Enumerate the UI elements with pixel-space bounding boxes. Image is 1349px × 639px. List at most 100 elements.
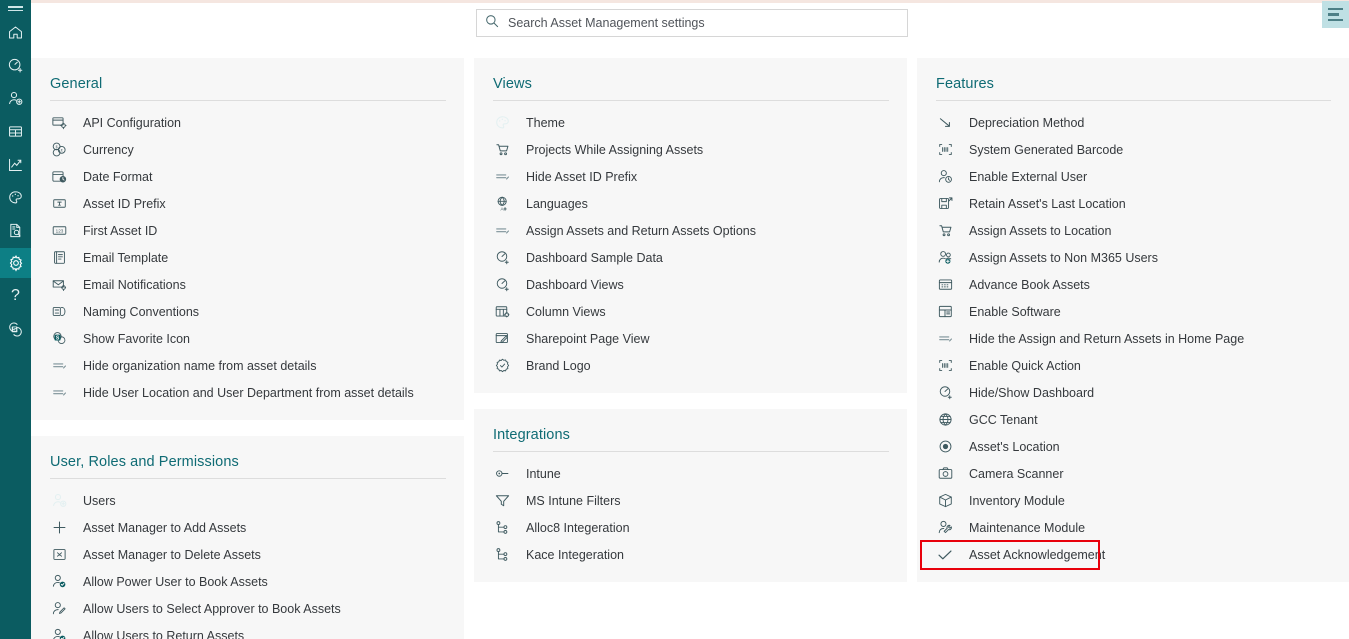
setting-item-system-generated-barcode[interactable]: System Generated Barcode [917,136,1349,163]
panel-divider [493,451,889,452]
setting-item-label: MS Intune Filters [526,493,621,508]
setting-item-label: Theme [526,115,565,130]
setting-item-alloc8-integeration[interactable]: Alloc8 Integeration [474,514,907,541]
setting-item-gcc-tenant[interactable]: GCC Tenant [917,406,1349,433]
setting-item-camera-scanner[interactable]: Camera Scanner [917,460,1349,487]
setting-item-depreciation-method[interactable]: Depreciation Method [917,109,1349,136]
setting-item-label: Users [83,493,116,508]
rail-item-billing[interactable]: S [0,314,31,344]
document-list-icon [50,249,68,267]
setting-item-show-favorite-icon[interactable]: S Show Favorite Icon [31,325,464,352]
setting-item-assign-assets-to-location[interactable]: Assign Assets to Location [917,217,1349,244]
setting-item-hide-asset-id-prefix[interactable]: Hide Asset ID Prefix [474,163,907,190]
rail-hamburger-icon[interactable] [0,0,31,14]
setting-item-advance-book-assets[interactable]: Advance Book Assets [917,271,1349,298]
rail-item-audit[interactable] [0,215,31,245]
hamburger-line [1328,7,1343,11]
setting-item-label: GCC Tenant [969,412,1038,427]
rail-item-settings[interactable] [0,248,31,278]
setting-item-currency[interactable]: $ € Currency [31,136,464,163]
setting-item-languages[interactable]: A Languages [474,190,907,217]
setting-item-label: Camera Scanner [969,466,1064,481]
svg-text:S: S [13,327,17,333]
setting-item-enable-quick-action[interactable]: Enable Quick Action [917,352,1349,379]
setting-item-sharepoint-page-view[interactable]: Sharepoint Page View [474,325,907,352]
setting-item-users[interactable]: Users [31,487,464,514]
panel-integrations: Integrations Intune MS Intune Filters Alloc… [474,409,907,582]
rail-item-users[interactable] [0,83,31,113]
setting-item-kace-integeration[interactable]: Kace Integeration [474,541,907,568]
setting-item-hide-organization-name-from-asset-details[interactable]: Hide organization name from asset detail… [31,352,464,379]
setting-item-first-asset-id[interactable]: 123 First Asset ID [31,217,464,244]
setting-item-asset-manager-to-add-assets[interactable]: Asset Manager to Add Assets [31,514,464,541]
setting-item-assign-assets-to-non-m365-users[interactable]: Assign Assets to Non M365 Users [917,244,1349,271]
setting-item-allow-users-to-return-assets[interactable]: Allow Users to Return Assets [31,622,464,639]
panel-menu-button[interactable] [1322,1,1349,28]
setting-item-label: Hide organization name from asset detail… [83,358,317,373]
setting-item-enable-external-user[interactable]: Enable External User [917,163,1349,190]
search-input[interactable] [508,16,899,30]
hamburger-line [1328,13,1339,16]
setting-item-label: Assign Assets to Non M365 Users [969,250,1158,265]
hide-lines-icon [493,168,511,186]
setting-item-inventory-module[interactable]: Inventory Module [917,487,1349,514]
setting-item-allow-power-user-to-book-assets[interactable]: Allow Power User to Book Assets [31,568,464,595]
rail-item-help[interactable]: ? [0,281,31,311]
setting-item-asset-id-prefix[interactable]: Asset ID Prefix [31,190,464,217]
top-divider [31,0,1349,3]
question-icon: ? [11,287,20,304]
setting-item-asset-manager-to-delete-assets[interactable]: Asset Manager to Delete Assets [31,541,464,568]
setting-item-hide-show-dashboard[interactable]: Hide/Show Dashboard [917,379,1349,406]
setting-item-label: Inventory Module [969,493,1065,508]
setting-item-brand-logo[interactable]: Brand Logo [474,352,907,379]
setting-item-label: Currency [83,142,134,157]
setting-item-label: Brand Logo [526,358,591,373]
setting-item-ms-intune-filters[interactable]: MS Intune Filters [474,487,907,514]
gauge-plus-icon [493,249,511,267]
setting-item-hide-user-location-and-user-department-from-asset-details[interactable]: Hide User Location and User Department f… [31,379,464,406]
gauge-plus-icon [936,384,954,402]
rail-item-add-asset[interactable] [0,50,31,80]
search-bar[interactable] [476,9,908,37]
setting-item-dashboard-sample-data[interactable]: Dashboard Sample Data [474,244,907,271]
column-3: Features Depreciation Method System Genera… [917,58,1349,582]
setting-item-label: Dashboard Views [526,277,624,292]
setting-item-date-format[interactable]: Date Format [31,163,464,190]
setting-item-api-configuration[interactable]: API Configuration [31,109,464,136]
rail-item-reports[interactable] [0,149,31,179]
setting-item-email-notifications[interactable]: Email Notifications [31,271,464,298]
setting-item-projects-while-assigning-assets[interactable]: Projects While Assigning Assets [474,136,907,163]
rail-item-theme[interactable] [0,182,31,212]
setting-item-column-views[interactable]: Column Views [474,298,907,325]
setting-item-email-template[interactable]: Email Template [31,244,464,271]
panel-title-general: General [50,76,103,92]
setting-item-theme[interactable]: Theme [474,109,907,136]
box-x-icon [50,546,68,564]
setting-item-label: Allow Users to Select Approver to Book A… [83,601,341,616]
radio-selected-icon [936,438,954,456]
languages-icon: A [493,195,511,213]
setting-item-label: Sharepoint Page View [526,331,650,346]
panel-title-integrations: Integrations [493,427,570,443]
setting-item-asset-s-location[interactable]: Asset's Location [917,433,1349,460]
setting-item-retain-asset-s-last-location[interactable]: Retain Asset's Last Location [917,190,1349,217]
setting-item-intune[interactable]: Intune [474,460,907,487]
rail-item-home[interactable] [0,17,31,47]
setting-item-allow-users-to-select-approver-to-book-assets[interactable]: Allow Users to Select Approver to Book A… [31,595,464,622]
setting-item-enable-software[interactable]: Enable Software [917,298,1349,325]
currency-icon: $ € [50,141,68,159]
setting-item-label: API Configuration [83,115,181,130]
setting-item-assign-assets-and-return-assets-options[interactable]: Assign Assets and Return Assets Options [474,217,907,244]
setting-item-dashboard-views[interactable]: Dashboard Views [474,271,907,298]
setting-item-naming-conventions[interactable]: Naming Conventions [31,298,464,325]
setting-item-label: Email Template [83,250,169,265]
users-add-icon [936,249,954,267]
setting-item-maintenance-module[interactable]: Maintenance Module [917,514,1349,541]
setting-item-label: Depreciation Method [969,115,1085,130]
setting-item-label: Intune [526,466,561,481]
setting-item-asset-acknowledgement[interactable]: Asset Acknowledgement [917,540,1349,570]
hamburger-line [1328,18,1343,22]
node-branch-icon [493,519,511,537]
setting-item-hide-the-assign-and-return-assets-in-home-page[interactable]: Hide the Assign and Return Assets in Hom… [917,325,1349,352]
rail-item-assets[interactable] [0,116,31,146]
